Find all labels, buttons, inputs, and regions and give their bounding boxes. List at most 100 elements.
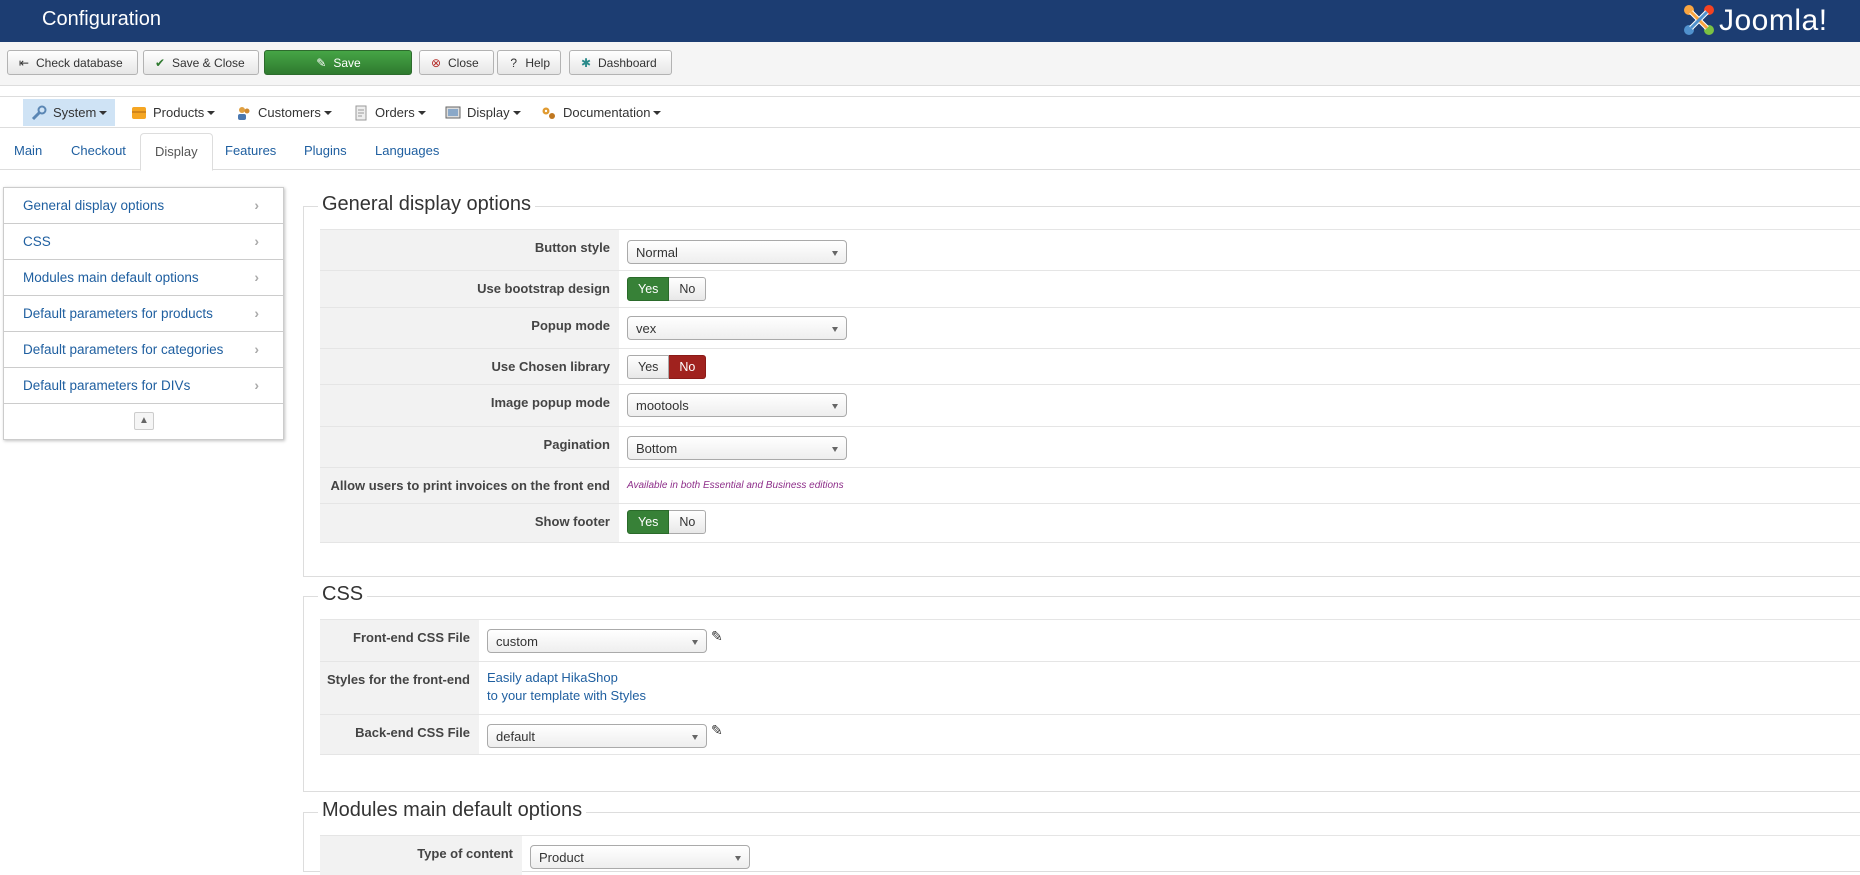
config-tabs: Main Checkout Display Features Plugins L… <box>0 133 1860 171</box>
close-button[interactable]: ⊗ Close <box>419 50 494 75</box>
menu-customers-label: Customers <box>258 105 321 120</box>
edition-note: Available in both Essential and Business… <box>627 480 844 491</box>
bootstrap-label: Use bootstrap design <box>320 271 619 307</box>
tab-checkout[interactable]: Checkout <box>57 133 140 170</box>
main-menu: System Products Customers Orders Display… <box>0 96 1860 128</box>
edit-frontend-css-icon[interactable]: ✎ <box>711 628 723 645</box>
modules-title: Modules main default options <box>318 799 587 822</box>
show-footer-no-button[interactable]: No <box>669 510 707 534</box>
image-popup-select[interactable]: mootools <box>627 393 847 417</box>
chevron-down-icon <box>512 110 521 115</box>
row-popup-mode: Popup mode vex <box>320 307 1860 348</box>
orders-icon <box>355 105 367 120</box>
menu-system[interactable]: System <box>23 99 116 126</box>
save-close-label: Save & Close <box>172 55 245 70</box>
menu-customers[interactable]: Customers <box>228 99 340 126</box>
row-styles: Styles for the front-end Easily adapt Hi… <box>320 661 1860 714</box>
dropdown-arrow-icon <box>692 640 698 645</box>
sidebar-item-general-display[interactable]: General display options › <box>4 188 283 224</box>
tab-features[interactable]: Features <box>211 133 290 170</box>
chevron-right-icon: › <box>254 377 259 393</box>
chosen-yes-button[interactable]: Yes <box>627 355 670 379</box>
check-database-button[interactable]: ⇤ Check database <box>7 50 138 75</box>
popup-mode-label: Popup mode <box>320 308 619 348</box>
general-display-title: General display options <box>318 193 536 216</box>
tab-plugins[interactable]: Plugins <box>290 133 361 170</box>
chevron-right-icon: › <box>254 341 259 357</box>
chosen-no-button[interactable]: No <box>669 355 707 379</box>
close-label: Close <box>448 55 479 70</box>
bootstrap-no-button[interactable]: No <box>669 277 707 301</box>
edit-icon: ✎ <box>316 55 327 70</box>
hikashop-icon: ✱ <box>580 55 592 70</box>
scroll-top-icon[interactable]: ▲ <box>134 412 154 430</box>
menu-orders[interactable]: Orders <box>345 99 434 126</box>
chosen-label: Use Chosen library <box>320 349 619 384</box>
bootstrap-yes-button[interactable]: Yes <box>627 277 670 301</box>
sidebar-item-modules[interactable]: Modules main default options › <box>4 260 283 296</box>
button-style-select[interactable]: Normal <box>627 240 847 264</box>
button-style-label: Button style <box>320 230 619 270</box>
joomla-icon <box>1684 5 1714 35</box>
check-icon: ✔ <box>154 55 166 70</box>
save-close-button[interactable]: ✔ Save & Close <box>143 50 259 75</box>
menu-orders-label: Orders <box>375 105 415 120</box>
sidebar-item-label: Default parameters for products <box>23 306 213 321</box>
sidebar-item-label: Modules main default options <box>23 270 199 285</box>
row-show-footer: Show footer Yes No <box>320 503 1860 543</box>
dashboard-button[interactable]: ✱ Dashboard <box>569 50 672 75</box>
chevron-right-icon: › <box>254 305 259 321</box>
dropdown-arrow-icon <box>832 327 838 332</box>
row-backend-css: Back-end CSS File default ✎ <box>320 714 1860 755</box>
frontend-css-select[interactable]: custom <box>487 629 707 653</box>
edit-backend-css-icon[interactable]: ✎ <box>711 722 723 739</box>
image-popup-label: Image popup mode <box>320 385 619 426</box>
sidebar-item-products[interactable]: Default parameters for products › <box>4 296 283 332</box>
chevron-down-icon <box>323 110 332 115</box>
menu-products[interactable]: Products <box>123 99 223 126</box>
joomla-logo[interactable]: Joomla! <box>1675 0 1860 42</box>
tab-display[interactable]: Display <box>140 133 213 171</box>
sidebar-item-label: Default parameters for DIVs <box>23 378 191 393</box>
sidebar-item-label: General display options <box>23 198 165 213</box>
help-button[interactable]: ? Help <box>497 50 561 75</box>
backend-css-select[interactable]: default <box>487 724 707 748</box>
row-image-popup: Image popup mode mootools <box>320 384 1860 426</box>
dropdown-arrow-icon <box>832 404 838 409</box>
popup-mode-select[interactable]: vex <box>627 316 847 340</box>
toolbar: ⇤ Check database ✔ Save & Close ✎ Save ⊗… <box>0 42 1860 86</box>
dropdown-arrow-icon <box>692 735 698 740</box>
image-popup-value: mootools <box>636 398 689 413</box>
tab-main[interactable]: Main <box>0 133 56 170</box>
chosen-toggle: Yes No <box>627 355 707 379</box>
show-footer-toggle: Yes No <box>627 510 707 534</box>
row-chosen: Use Chosen library Yes No <box>320 348 1860 384</box>
gears-icon <box>542 107 555 119</box>
menu-documentation[interactable]: Documentation <box>533 99 669 126</box>
button-style-value: Normal <box>636 245 678 260</box>
css-section: CSS Front-end CSS File custom ✎ Styles f… <box>303 583 1860 792</box>
sidebar-item-divs[interactable]: Default parameters for DIVs › <box>4 368 283 404</box>
pagination-label: Pagination <box>320 427 619 467</box>
row-frontend-css: Front-end CSS File custom ✎ <box>320 619 1860 661</box>
row-pagination: Pagination Bottom <box>320 426 1860 467</box>
sidebar-item-css[interactable]: CSS › <box>4 224 283 260</box>
type-content-select[interactable]: Product <box>530 845 750 869</box>
show-footer-yes-button[interactable]: Yes <box>627 510 670 534</box>
backend-css-value: default <box>496 729 536 744</box>
tab-languages[interactable]: Languages <box>361 133 453 170</box>
menu-display[interactable]: Display <box>437 99 529 126</box>
chevron-down-icon <box>99 110 108 115</box>
chevron-down-icon <box>653 110 662 115</box>
print-invoices-label: Allow users to print invoices on the fro… <box>320 468 619 503</box>
chevron-down-icon <box>207 110 216 115</box>
save-label: Save <box>333 55 361 70</box>
chevron-right-icon: › <box>254 233 259 249</box>
save-button[interactable]: ✎ Save <box>264 50 412 75</box>
help-label: Help <box>525 55 550 70</box>
sidebar-item-categories[interactable]: Default parameters for categories › <box>4 332 283 368</box>
backend-css-label: Back-end CSS File <box>320 715 479 754</box>
styles-link[interactable]: Easily adapt HikaShop to your template w… <box>487 669 646 705</box>
pagination-select[interactable]: Bottom <box>627 436 847 460</box>
frontend-css-label: Front-end CSS File <box>320 620 479 661</box>
